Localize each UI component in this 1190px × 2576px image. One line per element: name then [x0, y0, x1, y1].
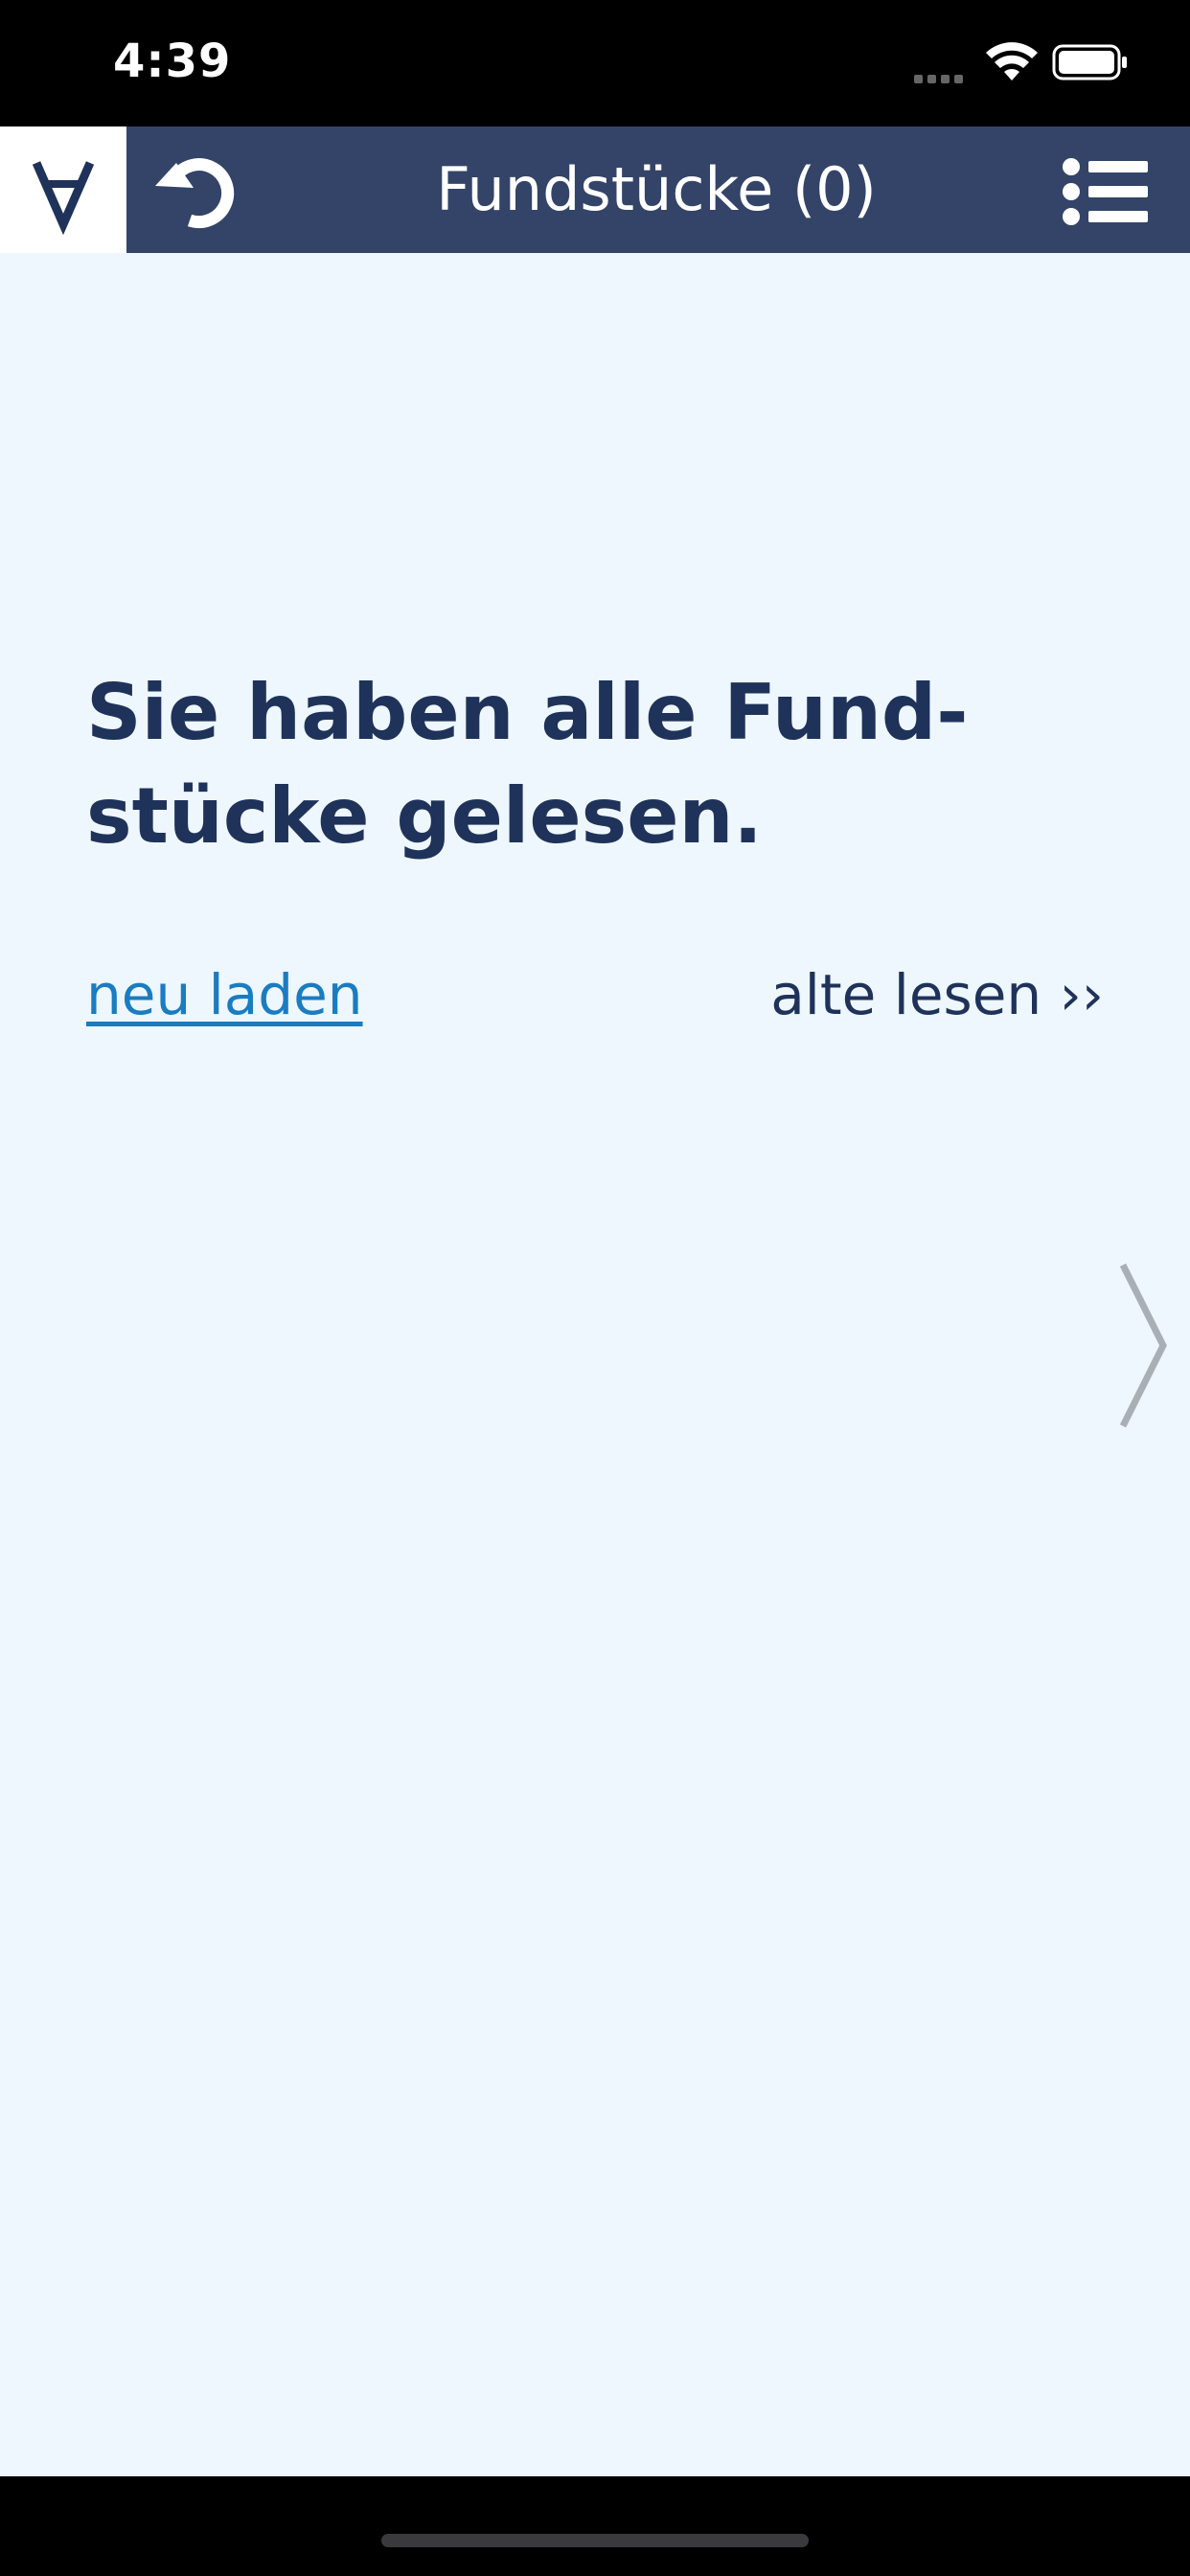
reload-link[interactable]: neu laden: [86, 962, 363, 1027]
empty-state-heading: Sie haben alle Fund- stücke gelesen.: [86, 668, 969, 861]
logo-button[interactable]: [0, 126, 126, 253]
cellular-signal-icon: [914, 69, 972, 83]
turned-a-logo-icon: [32, 161, 95, 236]
header-bar: Fundstücke (0): [0, 126, 1190, 253]
wifi-icon: [986, 42, 1038, 80]
refresh-icon[interactable]: [151, 150, 243, 232]
chevron-right-icon[interactable]: [1117, 1259, 1171, 1432]
status-time: 4:39: [113, 34, 232, 88]
app-screen: 4:39 Fundstücke (0) Sie haben alle Fund-…: [0, 0, 1190, 2576]
list-menu-icon[interactable]: [1060, 157, 1152, 226]
read-old-link[interactable]: alte lesen ››: [770, 962, 1104, 1027]
battery-icon: [1052, 44, 1127, 80]
bottom-safe-area: [0, 2476, 1190, 2576]
page-title: Fundstücke (0): [436, 154, 877, 224]
home-indicator[interactable]: [381, 2534, 809, 2547]
content-area: Sie haben alle Fund- stücke gelesen. neu…: [0, 253, 1190, 2476]
status-bar: 4:39: [0, 0, 1190, 126]
